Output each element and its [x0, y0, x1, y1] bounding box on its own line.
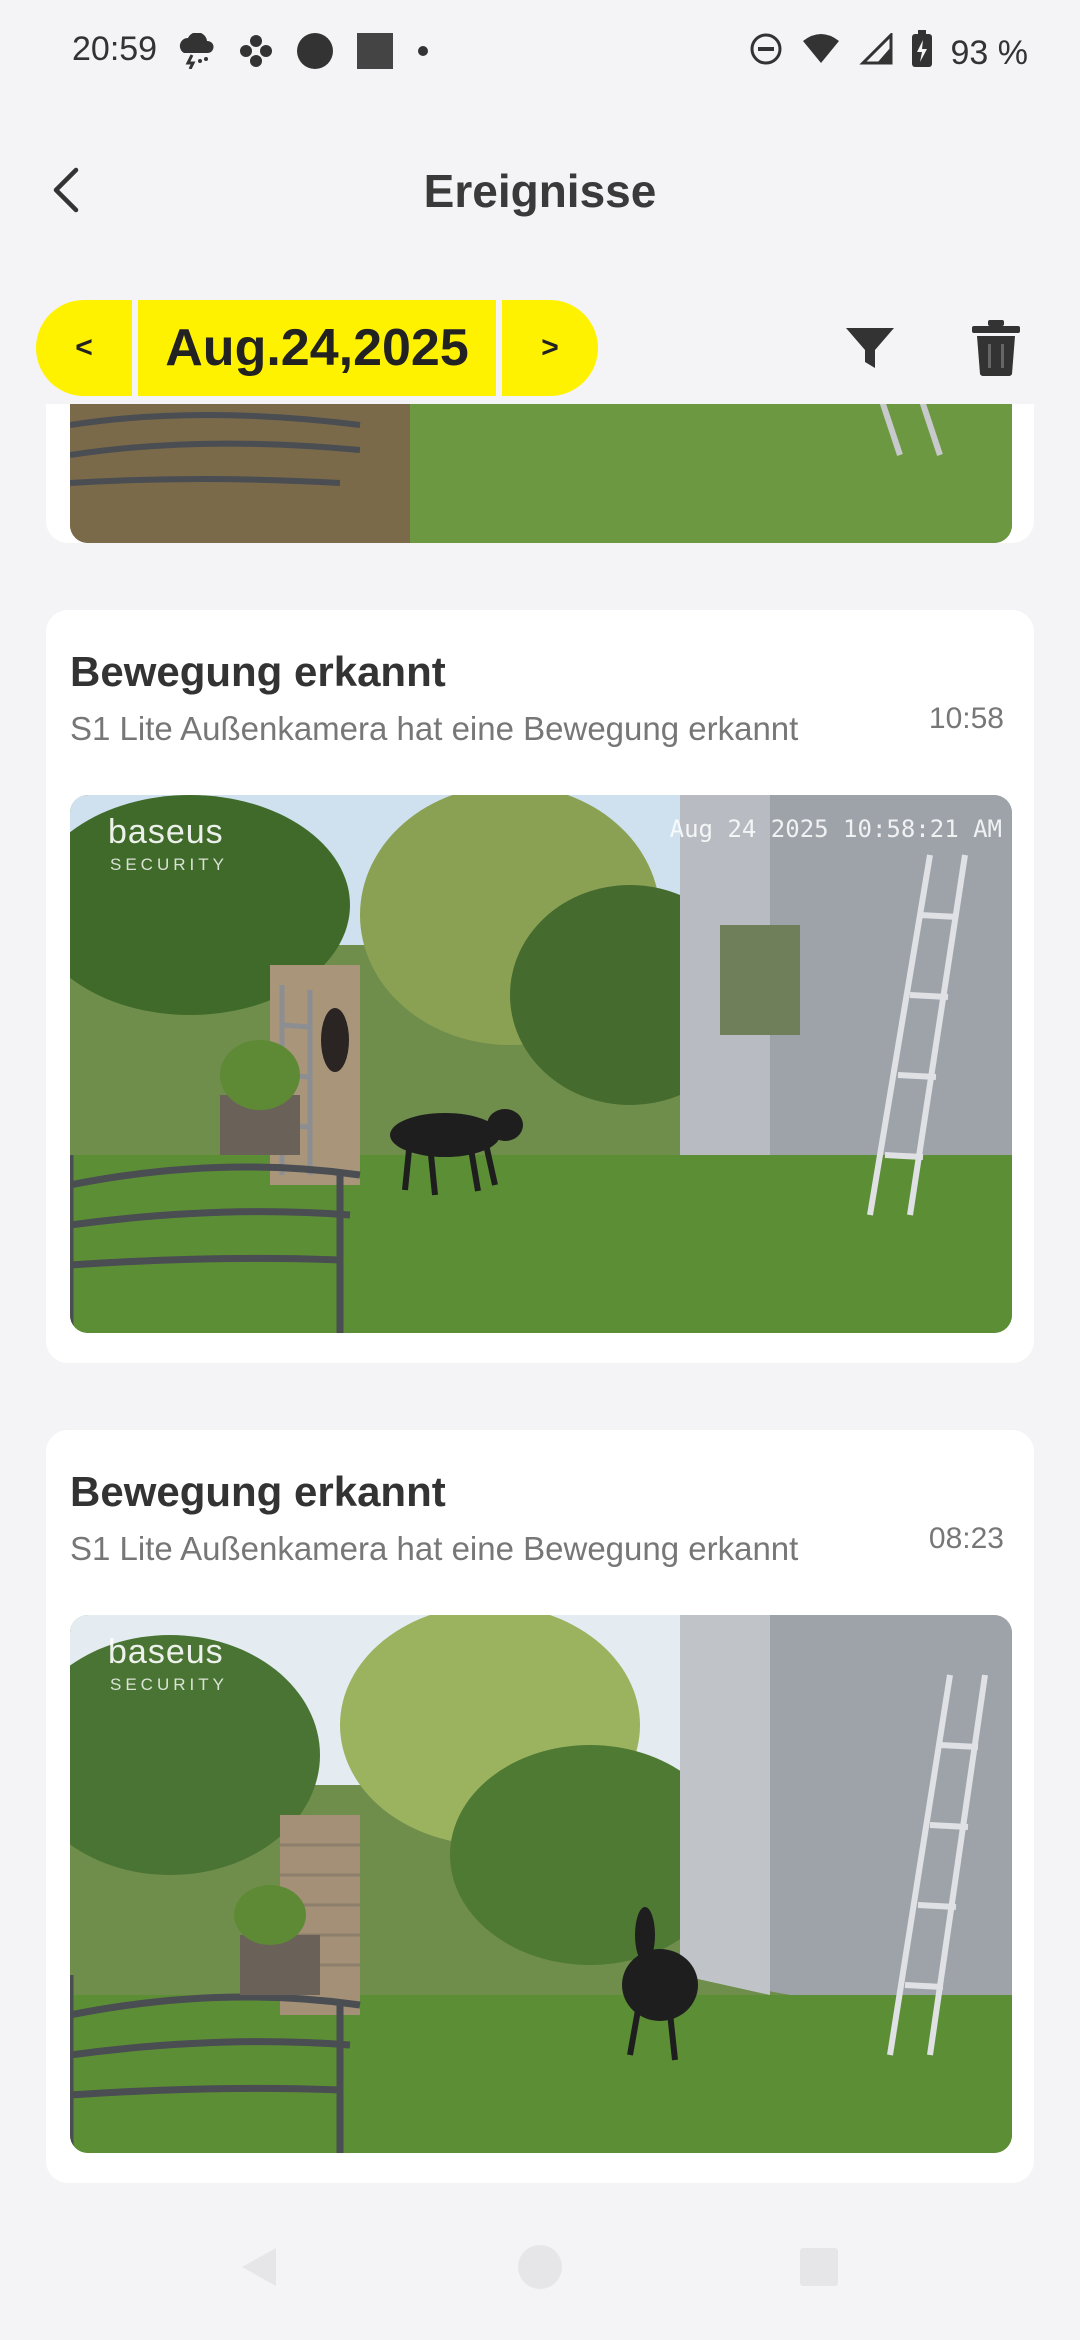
circle-app-icon [296, 32, 334, 75]
pinwheel-icon [238, 33, 274, 74]
system-nav-bar [0, 2220, 1080, 2340]
event-time: 10:58 [928, 702, 1004, 735]
status-bar: 20:59 93 % [0, 0, 1080, 106]
filter-button[interactable] [842, 320, 898, 376]
date-label[interactable]: Aug.24,2025 [138, 300, 496, 396]
recents-square-icon[interactable] [798, 2246, 840, 2293]
watermark-sub: SECURITY [110, 1675, 228, 1694]
trash-icon [972, 320, 1020, 376]
date-selector: < Aug.24,2025 > [36, 300, 598, 396]
dot-icon [416, 44, 430, 63]
prev-day-button[interactable]: < [36, 300, 132, 396]
app-header: Ereignisse [0, 106, 1080, 268]
event-snapshot[interactable]: baseus SECURITY [70, 1615, 1012, 2153]
event-snapshot[interactable]: baseus SECURITY Aug 24 2025 10:58:21 AM [70, 795, 1012, 1333]
cellular-icon [858, 31, 893, 74]
watermark-sub: SECURITY [110, 855, 228, 874]
next-day-button[interactable]: > [502, 300, 598, 396]
watermark-brand: baseus [108, 813, 224, 851]
status-notification-icons [176, 32, 430, 75]
date-toolbar: < Aug.24,2025 > [0, 268, 1080, 404]
event-card[interactable]: Bewegung erkannt S1 Lite Außenkamera hat… [46, 1430, 1034, 2183]
thunderstorm-icon [176, 32, 216, 74]
battery-percent: 93 % [950, 34, 1029, 72]
event-title: Bewegung erkannt [70, 648, 446, 695]
event-description: S1 Lite Außenkamera hat eine Bewegung er… [70, 1530, 799, 1567]
event-title: Bewegung erkannt [70, 1468, 446, 1515]
square-app-icon [356, 32, 394, 75]
battery-charging-icon [911, 30, 933, 77]
do-not-disturb-icon [749, 32, 783, 75]
page-title: Ereignisse [423, 165, 657, 217]
timestamp-overlay: Aug 24 2025 10:58:21 AM [669, 815, 1002, 843]
event-card[interactable]: Bewegung erkannt S1 Lite Außenkamera hat… [46, 610, 1034, 1363]
delete-button[interactable] [968, 318, 1024, 378]
event-description: S1 Lite Außenkamera hat eine Bewegung er… [70, 710, 799, 747]
back-triangle-icon[interactable] [236, 2244, 282, 2295]
wifi-icon [801, 33, 841, 74]
event-time: 08:23 [928, 1522, 1004, 1555]
home-circle-icon[interactable] [517, 2244, 563, 2295]
status-system-icons: 93 % [749, 30, 1029, 77]
watermark-brand: baseus [108, 1633, 224, 1671]
filter-icon [846, 328, 894, 368]
status-time: 20:59 [72, 30, 158, 68]
